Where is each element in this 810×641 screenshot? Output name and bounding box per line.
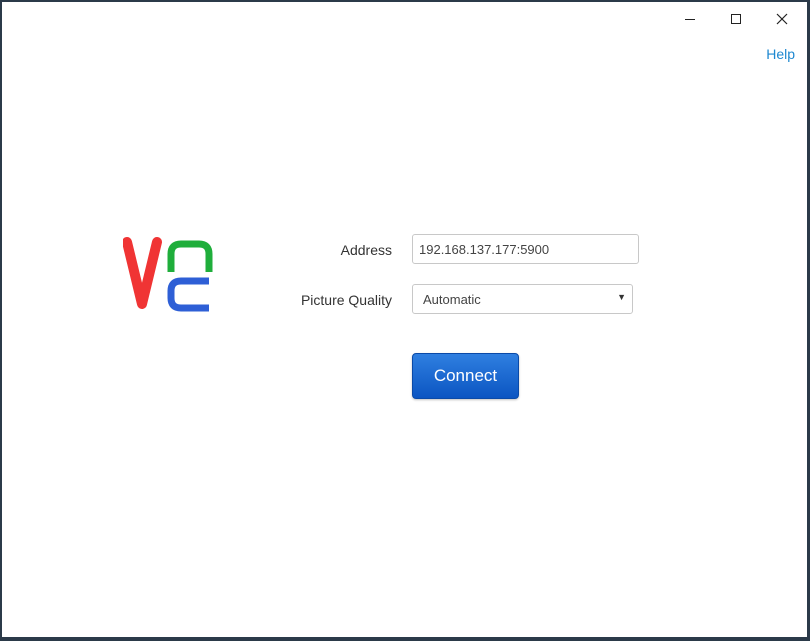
- help-link[interactable]: Help: [766, 46, 795, 62]
- address-label: Address: [340, 242, 392, 258]
- vnc-logo: [123, 237, 213, 312]
- close-icon: [776, 13, 788, 25]
- dropdown-arrow-icon: ▼: [617, 292, 626, 302]
- minimize-icon: [685, 19, 695, 20]
- maximize-button[interactable]: [716, 6, 756, 32]
- picture-quality-label: Picture Quality: [300, 292, 392, 308]
- minimize-button[interactable]: [670, 6, 710, 32]
- maximize-icon: [731, 14, 741, 24]
- connect-button[interactable]: Connect: [412, 353, 519, 399]
- address-input[interactable]: [412, 234, 639, 264]
- picture-quality-value: Automatic: [423, 292, 481, 307]
- vnc-viewer-window: Help Address Picture Quality Automatic ▼…: [2, 2, 807, 637]
- close-button[interactable]: [762, 6, 802, 32]
- picture-quality-select[interactable]: Automatic ▼: [412, 284, 633, 314]
